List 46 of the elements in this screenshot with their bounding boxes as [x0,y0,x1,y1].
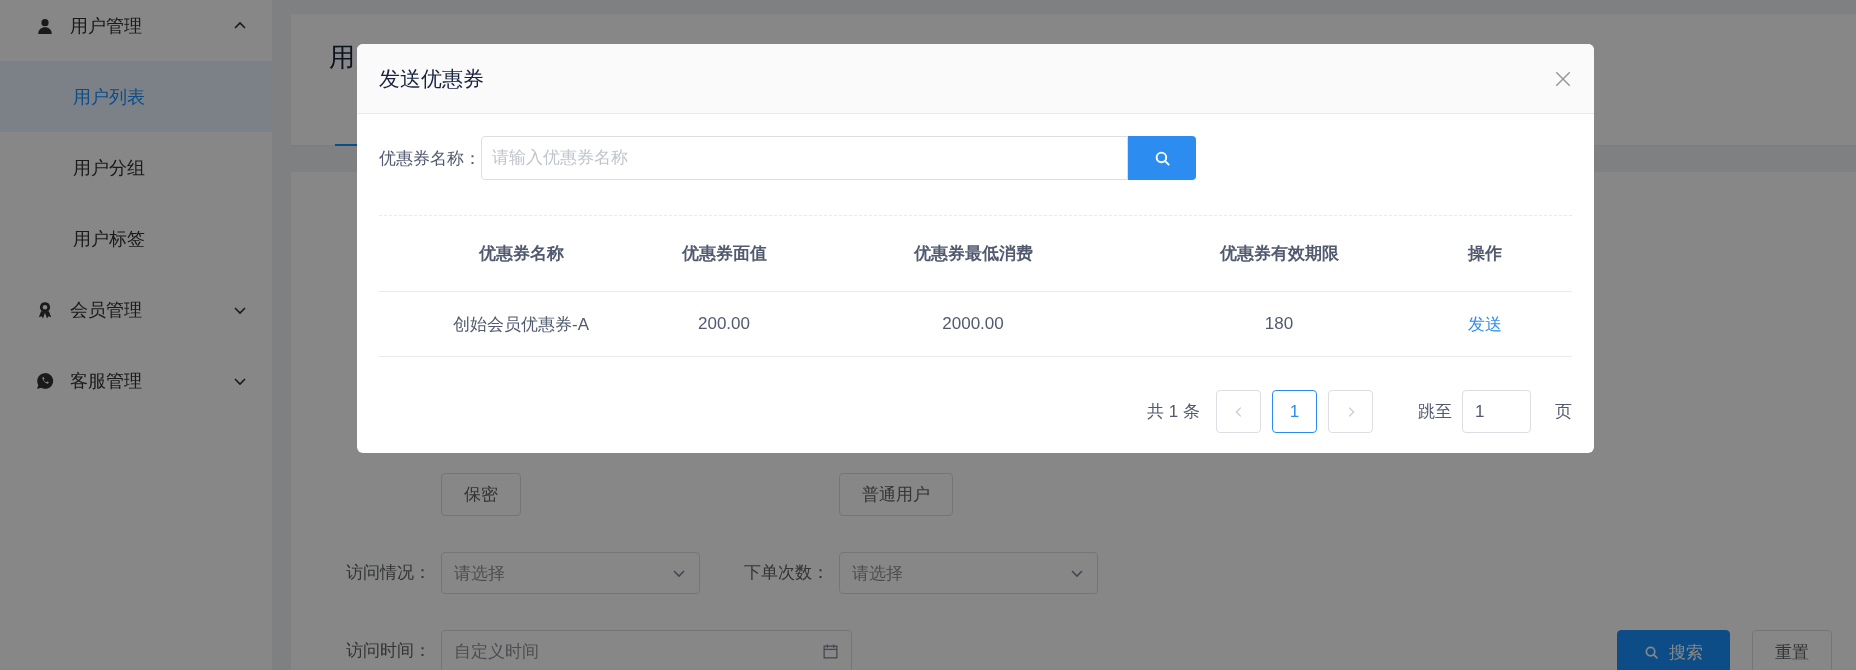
option-button[interactable]: 保密 [441,473,521,516]
select-field[interactable]: 请选择 [839,552,1098,594]
column-header: 优惠券最低消费 [912,243,1034,265]
user-icon [36,16,54,35]
search-button[interactable] [1128,136,1196,180]
search-icon [1153,149,1171,167]
page-title: 用 [329,42,355,72]
jump-label: 跳至 [1418,401,1452,423]
search-icon [1644,644,1659,660]
submenu-item[interactable]: 用户列表 [0,61,272,132]
option-button[interactable]: 普通用户 [839,473,953,516]
medal-icon [36,300,54,319]
column-header: 优惠券有效期限 [1218,243,1340,265]
table-cell-text: 180 [1263,313,1295,335]
select-field[interactable]: 请选择 [441,552,700,594]
table-cell-text: 2000.00 [941,313,1005,335]
submenu-item[interactable]: 用户分组 [0,132,272,203]
search-button[interactable]: 搜索 [1617,630,1730,670]
page-button[interactable]: 1 [1272,390,1317,433]
total-count: 共 1 条 [1147,401,1200,423]
table-cell-text: 创始会员优惠券-A [452,313,590,336]
close-button[interactable] [1554,69,1572,88]
calendar-icon [822,642,839,660]
submenu-item[interactable]: 用户标签 [0,203,272,274]
menu-item[interactable]: 会员管理 [0,274,272,345]
field-label: 访问情况： [346,563,431,582]
table-cell-text: 200.00 [697,313,751,335]
page-suffix: 页 [1555,401,1572,423]
column-header: 操作 [1466,243,1503,265]
next-page-button[interactable] [1328,390,1373,433]
date-field[interactable]: 自定义时间 [441,630,852,670]
reset-button[interactable]: 重置 [1752,630,1832,670]
coupon-name-field[interactable]: 请输入优惠券名称 [481,136,1128,180]
send-link[interactable]: 发送 [1467,312,1502,336]
field-label: 访问时间： [346,641,431,660]
close-icon [1554,69,1572,88]
dialog-title: 发送优惠券 [379,65,484,92]
chat-icon [36,371,54,390]
previous-page-button[interactable] [1216,390,1261,433]
field-label: 下单次数： [744,563,829,582]
column-header: 优惠券面值 [680,243,768,265]
menu-item[interactable]: 客服管理 [0,345,272,416]
field-label: 优惠券名称： [379,147,481,170]
column-header: 优惠券名称 [477,243,565,265]
page-jump-field[interactable]: 1 [1462,390,1531,433]
menu-item[interactable]: 用户管理 [0,0,272,61]
